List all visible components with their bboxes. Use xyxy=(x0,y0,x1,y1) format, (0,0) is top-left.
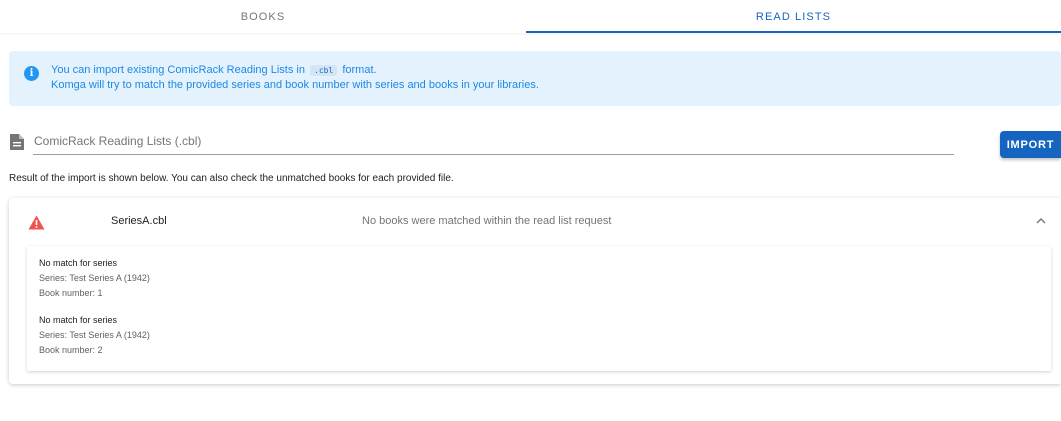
unmatched-request: No match for series Series: Test Series … xyxy=(39,313,150,358)
alert-line2: Komga will try to match the provided ser… xyxy=(51,79,539,91)
tab-bar: BOOKS READ LISTS xyxy=(0,0,1061,33)
unmatched-request: No match for series Series: Test Series … xyxy=(39,256,150,301)
cbl-code-chip: .cbl xyxy=(310,65,338,76)
chevron-up-icon[interactable] xyxy=(1035,215,1047,227)
result-note: Result of the import is shown below. You… xyxy=(9,173,454,184)
result-status: No books were matched within the read li… xyxy=(362,215,612,227)
result-panel: SeriesA.cbl No books were matched within… xyxy=(9,198,1061,384)
request-title: No match for series xyxy=(39,315,118,325)
request-title: No match for series xyxy=(39,258,118,268)
alert-message: You can import existing ComicRack Readin… xyxy=(51,63,539,93)
request-book-number: Book number: 1 xyxy=(39,288,103,298)
file-icon[interactable] xyxy=(9,133,25,151)
request-series: Series: Test Series A (1942) xyxy=(39,273,150,283)
warning-icon xyxy=(28,215,45,230)
request-book-number: Book number: 2 xyxy=(39,345,103,355)
cbl-file-input[interactable] xyxy=(33,130,954,152)
cbl-file-field[interactable] xyxy=(33,130,954,155)
alert-line1-pre: You can import existing ComicRack Readin… xyxy=(51,64,305,76)
unmatched-requests-card: No match for series Series: Test Series … xyxy=(27,246,1051,371)
request-series: Series: Test Series A (1942) xyxy=(39,330,150,340)
info-alert: i You can import existing ComicRack Read… xyxy=(9,51,1061,106)
info-icon: i xyxy=(24,66,39,81)
result-filename: SeriesA.cbl xyxy=(111,215,167,227)
alert-line1-post: format. xyxy=(342,64,377,76)
tab-books[interactable]: BOOKS xyxy=(0,0,526,33)
tab-read-lists[interactable]: READ LISTS xyxy=(526,0,1061,33)
result-panel-header[interactable]: SeriesA.cbl No books were matched within… xyxy=(9,198,1061,244)
import-button[interactable]: IMPORT xyxy=(1000,131,1061,158)
